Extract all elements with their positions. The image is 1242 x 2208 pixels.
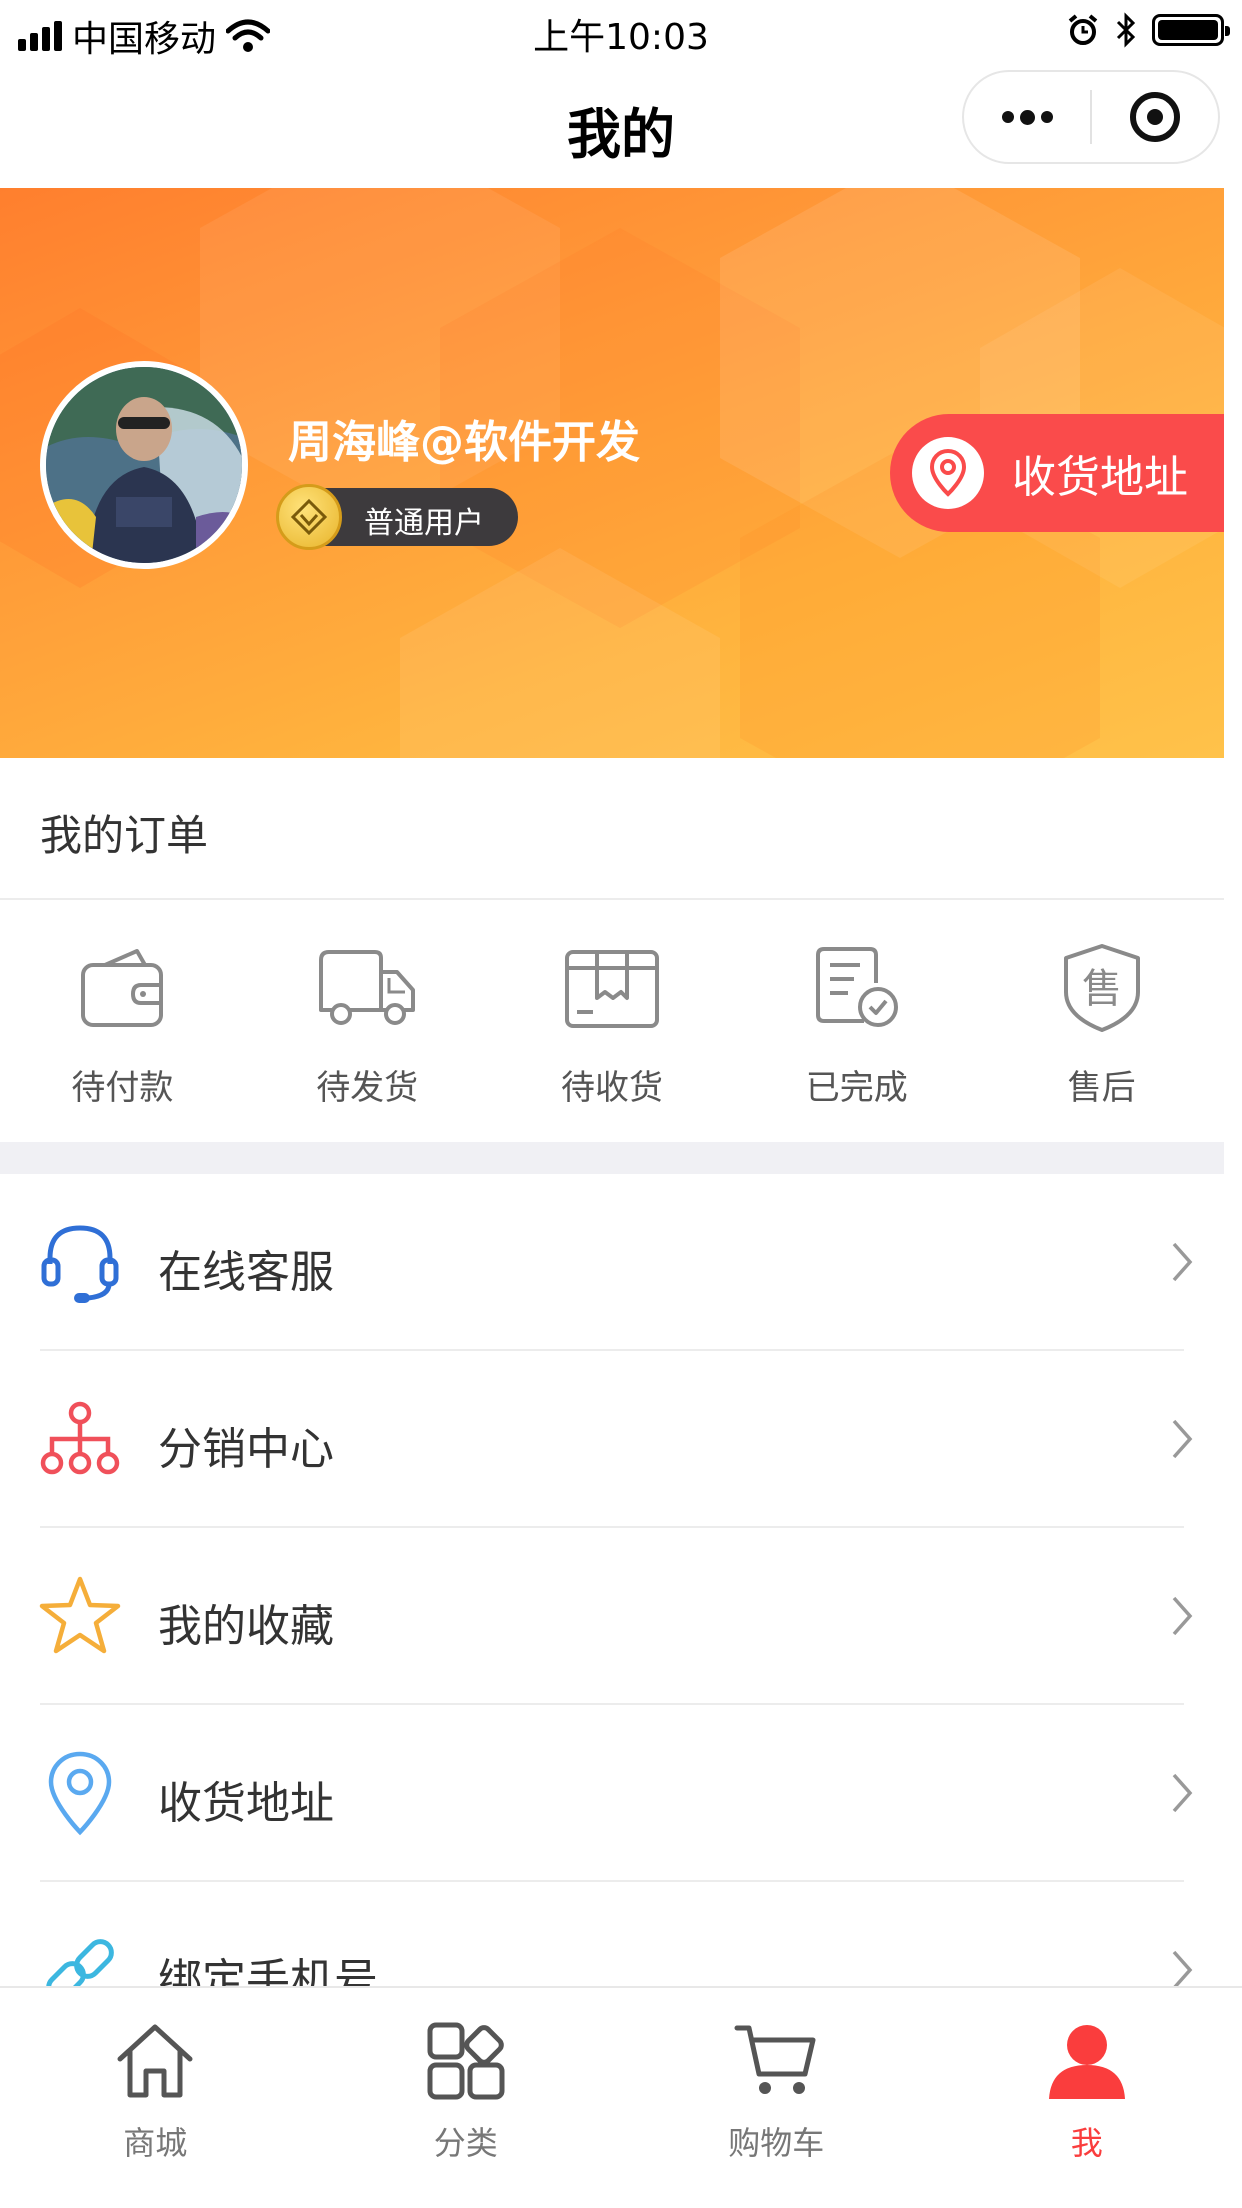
home-icon — [0, 2018, 311, 2104]
my-orders-title: 我的订单 — [40, 811, 209, 860]
shipping-address-button[interactable]: 收货地址 — [890, 414, 1224, 532]
battery-icon — [1152, 14, 1230, 46]
shipping-address-label: 收货地址 — [1012, 452, 1188, 503]
status-bar: 中国移动 上午10:03 — [0, 0, 1242, 62]
order-status-label: 待发货 — [316, 1068, 419, 1108]
order-status-label: 待收货 — [560, 1068, 663, 1108]
my-orders-header[interactable]: 我的订单 — [0, 758, 1224, 900]
star-icon — [36, 1572, 124, 1660]
truck-icon — [245, 940, 490, 1036]
user-name: 周海峰@软件开发 — [288, 417, 640, 468]
order-status-label: 待付款 — [71, 1068, 174, 1108]
tab-label: 购物车 — [728, 2124, 825, 2162]
member-level-label: 普通用户 — [364, 506, 484, 541]
menu-item-distribution-center[interactable]: 分销中心 — [0, 1351, 1224, 1528]
order-pending-shipment[interactable]: 待发货 — [245, 900, 490, 1142]
menu-item-label: 分销中心 — [158, 1424, 334, 1475]
more-dots-icon — [1001, 109, 1053, 125]
menu-item-favorites[interactable]: 我的收藏 — [0, 1528, 1224, 1705]
profile-page: 中国移动 上午10:03 我的 周海峰@软件开发 普通用户 收货地址 我的订单 … — [0, 0, 1242, 2208]
order-status-label: 售后 — [1067, 1068, 1136, 1108]
bluetooth-icon — [1116, 12, 1136, 48]
mini-program-capsule — [962, 70, 1220, 164]
avatar-photo — [46, 367, 242, 563]
network-icon — [36, 1395, 124, 1483]
category-icon — [311, 2018, 622, 2104]
location-pin-icon — [912, 437, 984, 509]
order-pending-payment[interactable]: 待付款 — [0, 900, 245, 1142]
tab-cart[interactable]: 购物车 — [621, 1988, 932, 2208]
avatar[interactable] — [40, 361, 248, 569]
order-pending-receipt[interactable]: 待收货 — [490, 900, 735, 1142]
cart-icon — [621, 2018, 932, 2104]
target-icon — [1130, 92, 1180, 142]
package-icon — [490, 940, 735, 1036]
order-status-row: 待付款 待发货 待收货 已完成 售 售后 — [0, 900, 1224, 1142]
more-button[interactable] — [964, 72, 1090, 162]
bottom-tab-bar: 商城 分类 购物车 我 — [0, 1986, 1242, 2208]
svg-text:售: 售 — [1082, 966, 1122, 1012]
menu-item-label: 收货地址 — [158, 1778, 334, 1829]
chevron-right-icon — [1172, 1419, 1193, 1459]
headset-icon — [36, 1218, 124, 1306]
tab-label: 商城 — [123, 2124, 188, 2162]
status-time: 上午10:03 — [533, 17, 709, 58]
profile-header: 周海峰@软件开发 普通用户 收货地址 — [0, 188, 1224, 758]
alarm-icon — [1068, 14, 1098, 45]
tab-label: 我 — [1070, 2124, 1103, 2162]
menu-item-label: 我的收藏 — [158, 1601, 334, 1652]
completed-doc-icon — [734, 940, 979, 1036]
user-icon — [932, 2018, 1242, 2104]
order-after-sales[interactable]: 售 售后 — [979, 900, 1224, 1142]
shield-icon: 售 — [979, 940, 1224, 1036]
chevron-right-icon — [1172, 1242, 1193, 1282]
member-level-badge: 普通用户 — [276, 484, 518, 550]
location-pin-icon — [36, 1749, 124, 1837]
menu-item-label: 在线客服 — [158, 1247, 334, 1298]
tab-category[interactable]: 分类 — [311, 1988, 622, 2208]
menu-item-shipping-address[interactable]: 收货地址 — [0, 1705, 1224, 1882]
tab-label: 分类 — [433, 2124, 498, 2162]
vip-diamond-icon — [276, 484, 342, 550]
chevron-right-icon — [1172, 1773, 1193, 1813]
order-completed[interactable]: 已完成 — [734, 900, 979, 1142]
tab-mall[interactable]: 商城 — [0, 1988, 311, 2208]
status-right — [1066, 12, 1230, 48]
wallet-icon — [0, 940, 245, 1036]
chevron-right-icon — [1172, 1596, 1193, 1636]
close-mini-program-button[interactable] — [1092, 72, 1218, 162]
settings-menu: 在线客服 分销中心 我的收藏 收货地址 绑定手机号 — [0, 1174, 1224, 2059]
order-status-label: 已完成 — [805, 1068, 908, 1108]
section-spacer — [0, 1142, 1224, 1174]
nav-bar: 我的 — [0, 62, 1242, 188]
tab-me[interactable]: 我 — [932, 1988, 1242, 2208]
menu-item-customer-service[interactable]: 在线客服 — [0, 1174, 1224, 1351]
